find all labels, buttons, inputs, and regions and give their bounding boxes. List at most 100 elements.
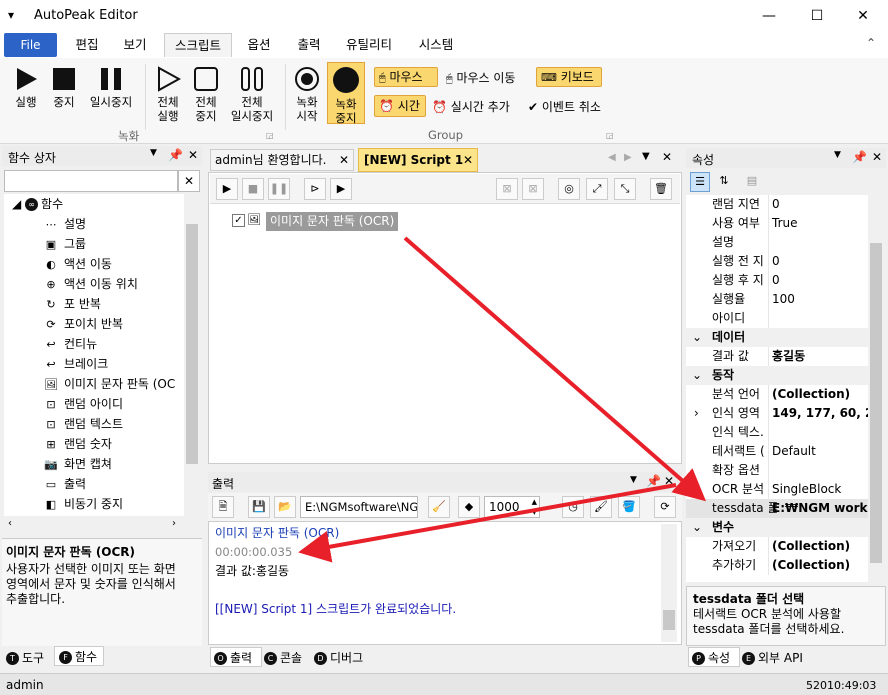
delay-stepper[interactable]: 1000 ▲ ▼ bbox=[484, 496, 540, 518]
new-log-icon[interactable]: 🗎 bbox=[212, 496, 234, 518]
pin-icon[interactable]: 📌 bbox=[168, 148, 183, 162]
pause-button[interactable]: 일시중지 bbox=[86, 66, 136, 109]
property-row[interactable]: 실행 후 지0 bbox=[686, 271, 868, 290]
func-item[interactable]: ⟳ 포이치 반복 bbox=[44, 314, 123, 334]
tab-edit[interactable]: 편집 bbox=[66, 33, 108, 57]
group-launcher-icon[interactable]: ◲ bbox=[266, 131, 274, 140]
dropdown-icon[interactable]: ▼ bbox=[642, 151, 650, 162]
run-script-icon[interactable]: ▶ bbox=[216, 178, 238, 200]
collapse-ribbon-icon[interactable]: ⌃ bbox=[866, 36, 876, 50]
property-row[interactable]: 분석 언어 (Collection) bbox=[686, 385, 868, 404]
group-launcher-icon[interactable]: ◲ bbox=[606, 131, 614, 140]
func-item[interactable]: ↩ 브레이크 bbox=[44, 354, 108, 374]
tab-tools[interactable]: T 도구 bbox=[6, 648, 52, 668]
func-item[interactable]: ↻ 포 반복 bbox=[44, 294, 101, 314]
func-hscrollbar[interactable]: ‹ › bbox=[4, 518, 200, 536]
close-icon[interactable]: ✕ bbox=[662, 150, 672, 164]
delete-disabled-icon[interactable]: ⊠ bbox=[496, 178, 518, 200]
stop-script-icon[interactable]: ■ bbox=[242, 178, 264, 200]
dropdown-icon[interactable]: ▼ bbox=[834, 150, 841, 160]
log-scrollbar[interactable] bbox=[661, 524, 677, 642]
eraser-icon[interactable]: ◆ bbox=[458, 496, 480, 518]
close-icon[interactable]: ✕ bbox=[664, 474, 674, 488]
pin-icon[interactable]: 📌 bbox=[852, 150, 867, 164]
tab-nav-left-icon[interactable]: ◀ bbox=[608, 152, 616, 163]
dropdown-icon[interactable]: ▼ bbox=[150, 148, 157, 158]
run-all-button[interactable]: 전체 실행 bbox=[150, 66, 186, 123]
close-icon[interactable]: ✕ bbox=[188, 148, 198, 162]
close-button[interactable]: ✕ bbox=[840, 0, 886, 32]
property-category[interactable]: ⌄ 동작 bbox=[686, 366, 868, 385]
time-toggle[interactable]: ⏰ 시간 bbox=[374, 95, 426, 117]
func-search-input[interactable] bbox=[4, 170, 178, 192]
func-item[interactable]: ▣ 그룹 bbox=[44, 234, 86, 254]
refresh-icon[interactable]: ⟳ bbox=[654, 496, 676, 518]
clock-icon[interactable]: ◷ bbox=[562, 496, 584, 518]
mouse-toggle[interactable]: 🖱 마우스 bbox=[374, 67, 438, 87]
func-item[interactable]: ↩ 컨티뉴 bbox=[44, 334, 97, 354]
property-row[interactable]: 실행율 100 bbox=[686, 290, 868, 309]
tab-view[interactable]: 보기 bbox=[114, 33, 156, 57]
log-path-input[interactable]: E:\NGMsoftware\NG bbox=[300, 496, 418, 518]
func-item[interactable]: ⊞ 랜덤 숫자 bbox=[44, 434, 112, 454]
maximize-button[interactable]: ☐ bbox=[794, 0, 840, 32]
close-icon[interactable]: ✕ bbox=[872, 150, 882, 164]
stop-button[interactable]: 중지 bbox=[48, 66, 80, 109]
func-item[interactable]: ◧ 비동기 중지 bbox=[44, 494, 123, 514]
run-button[interactable]: 실행 bbox=[10, 66, 42, 109]
property-category[interactable]: ⌄ 변수 bbox=[686, 518, 868, 537]
stop-all-button[interactable]: 전체 중지 bbox=[188, 66, 224, 123]
tab-welcome[interactable]: admin님 환영합니다. ✕ bbox=[210, 149, 354, 171]
property-row[interactable]: 아이디 bbox=[686, 309, 868, 328]
property-row[interactable]: 랜덤 지연 0 bbox=[686, 195, 868, 214]
trash-icon[interactable]: 🗑 bbox=[650, 178, 672, 200]
tab-output-log[interactable]: O 출력 bbox=[210, 647, 262, 667]
tab-functions[interactable]: F 함수 bbox=[54, 646, 104, 666]
checkbox[interactable]: ✓ bbox=[232, 214, 245, 227]
chevron-down-icon[interactable]: ⌄ bbox=[692, 328, 702, 347]
func-item[interactable]: ▭ 출력 bbox=[44, 474, 86, 494]
delete-disabled-icon[interactable]: ⊠ bbox=[522, 178, 544, 200]
property-row[interactable]: 확장 옵션 bbox=[686, 461, 868, 480]
broom-icon[interactable]: 🧹 bbox=[428, 496, 450, 518]
save-icon[interactable]: 💾 bbox=[248, 496, 270, 518]
property-row[interactable]: 사용 여부 True bbox=[686, 214, 868, 233]
keyboard-toggle[interactable]: ⌨ 키보드 bbox=[536, 67, 602, 87]
sort-alpha-icon[interactable]: ⇅ bbox=[714, 172, 734, 192]
pause-script-icon[interactable]: ❚❚ bbox=[268, 178, 290, 200]
record-start-button[interactable]: 녹화 시작 bbox=[290, 66, 324, 123]
func-item[interactable]: ⊡ 랜덤 텍스트 bbox=[44, 414, 123, 434]
property-row[interactable]: 인식 텍스. bbox=[686, 423, 868, 442]
property-row[interactable]: OCR 분석 SingleBlock bbox=[686, 480, 868, 499]
property-row[interactable]: 추가하기 (Collection) bbox=[686, 556, 868, 575]
collapse-icon[interactable]: ⤡ bbox=[614, 178, 636, 200]
props-scrollbar[interactable] bbox=[868, 195, 884, 582]
func-item[interactable]: ⋯ 설명 bbox=[44, 214, 87, 234]
dropdown-icon[interactable]: ▼ bbox=[630, 475, 637, 485]
clear-search-button[interactable]: ✕ bbox=[178, 170, 200, 192]
record-icon[interactable]: ◎ bbox=[558, 178, 580, 200]
realtime-add-toggle[interactable]: ⏰ 실시간 추가 bbox=[432, 98, 510, 115]
pause-all-button[interactable]: 전체 일시중지 bbox=[226, 66, 278, 123]
tab-script[interactable]: 스크립트 bbox=[164, 33, 232, 57]
func-item[interactable]: ⊡ 랜덤 아이디 bbox=[44, 394, 123, 414]
folder-icon[interactable]: 📂 bbox=[274, 496, 296, 518]
expand-icon[interactable]: ⤢ bbox=[586, 178, 608, 200]
record-stop-button[interactable]: 녹화 중지 bbox=[327, 62, 365, 125]
property-row[interactable]: 설명 bbox=[686, 233, 868, 252]
property-row[interactable]: 가져오기 (Collection) bbox=[686, 537, 868, 556]
tab-nav-right-icon[interactable]: ▶ bbox=[624, 152, 632, 163]
func-item[interactable]: ◐ 액션 이동 bbox=[44, 254, 112, 274]
chevron-down-icon[interactable]: ⌄ bbox=[692, 518, 702, 537]
func-scrollbar[interactable] bbox=[184, 194, 200, 516]
property-row[interactable]: 결과 값 홍길동 bbox=[686, 347, 868, 366]
tab-external-api[interactable]: E 외부 API bbox=[742, 648, 814, 668]
event-cancel-toggle[interactable]: ✔ 이벤트 취소 bbox=[528, 98, 601, 115]
tab-properties[interactable]: P 속성 bbox=[688, 647, 740, 667]
pin-icon[interactable]: 📌 bbox=[646, 474, 661, 488]
brush-icon[interactable]: 🖌 bbox=[590, 496, 612, 518]
mouse-move-toggle[interactable]: 🖱 마우스 이동 bbox=[446, 69, 515, 86]
tab-system[interactable]: 시스템 bbox=[410, 33, 462, 57]
tab-options[interactable]: 옵션 bbox=[238, 33, 280, 57]
property-row[interactable]: 테서랙트 (Default bbox=[686, 442, 868, 461]
